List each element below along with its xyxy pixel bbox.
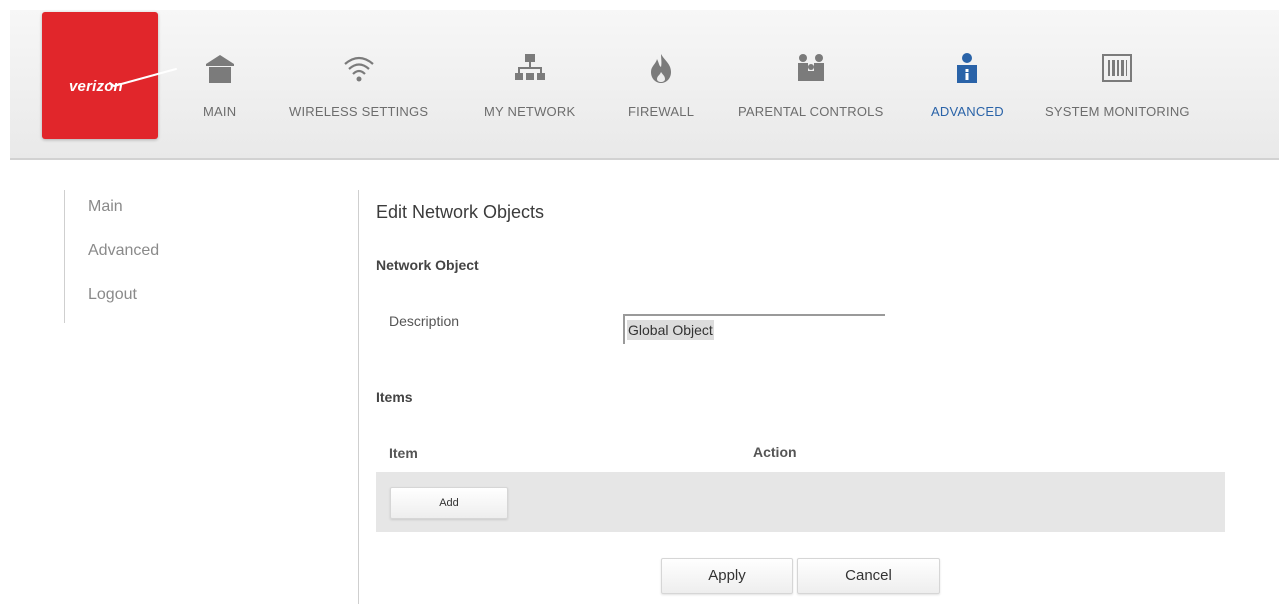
network-icon bbox=[514, 54, 545, 80]
nav-label: SYSTEM MONITORING bbox=[1045, 104, 1190, 119]
nav-firewall[interactable]: FIREWALL bbox=[628, 52, 694, 119]
column-header-item: Item bbox=[389, 445, 418, 461]
nav-label: PARENTAL CONTROLS bbox=[738, 104, 884, 119]
nav-label: MAIN bbox=[203, 104, 237, 119]
nav-main[interactable]: MAIN bbox=[203, 52, 236, 119]
description-label: Description bbox=[389, 313, 460, 329]
column-header-action: Action bbox=[753, 444, 797, 460]
apply-button[interactable]: Apply bbox=[661, 558, 793, 594]
user-info-icon bbox=[957, 53, 978, 83]
home-icon bbox=[205, 55, 234, 83]
logo-text: verizon bbox=[69, 78, 123, 95]
monitor-icon bbox=[1102, 54, 1133, 82]
page-title: Edit Network Objects bbox=[376, 202, 545, 222]
sidebar-item-main[interactable]: Main bbox=[88, 190, 245, 234]
verizon-logo[interactable]: verizon bbox=[42, 12, 177, 139]
nav-label: FIREWALL bbox=[628, 104, 695, 119]
nav-system-monitoring[interactable]: SYSTEM MONITORING bbox=[1045, 52, 1190, 119]
add-button[interactable]: Add bbox=[390, 487, 508, 519]
wifi-icon bbox=[343, 56, 374, 82]
flame-icon bbox=[651, 54, 672, 83]
sidebar-item-logout[interactable]: Logout bbox=[88, 278, 245, 322]
nav-parental-controls[interactable]: PARENTAL CONTROLS bbox=[738, 52, 883, 119]
items-heading: Items bbox=[376, 389, 413, 405]
nav-wireless-settings[interactable]: WIRELESS SETTINGS bbox=[289, 52, 428, 119]
nav-label: WIRELESS SETTINGS bbox=[289, 104, 429, 119]
nav-label: ADVANCED bbox=[931, 104, 1004, 119]
sidebar-item-advanced[interactable]: Advanced bbox=[88, 234, 245, 278]
description-input[interactable] bbox=[623, 314, 885, 344]
family-icon bbox=[797, 54, 824, 81]
nav-advanced[interactable]: ADVANCED bbox=[931, 52, 1004, 119]
sidebar: Main Advanced Logout bbox=[64, 190, 245, 323]
content-divider bbox=[358, 190, 359, 604]
cancel-button[interactable]: Cancel bbox=[797, 558, 940, 594]
nav-label: MY NETWORK bbox=[484, 104, 576, 119]
nav-my-network[interactable]: MY NETWORK bbox=[484, 52, 575, 119]
network-object-heading: Network Object bbox=[376, 257, 479, 273]
